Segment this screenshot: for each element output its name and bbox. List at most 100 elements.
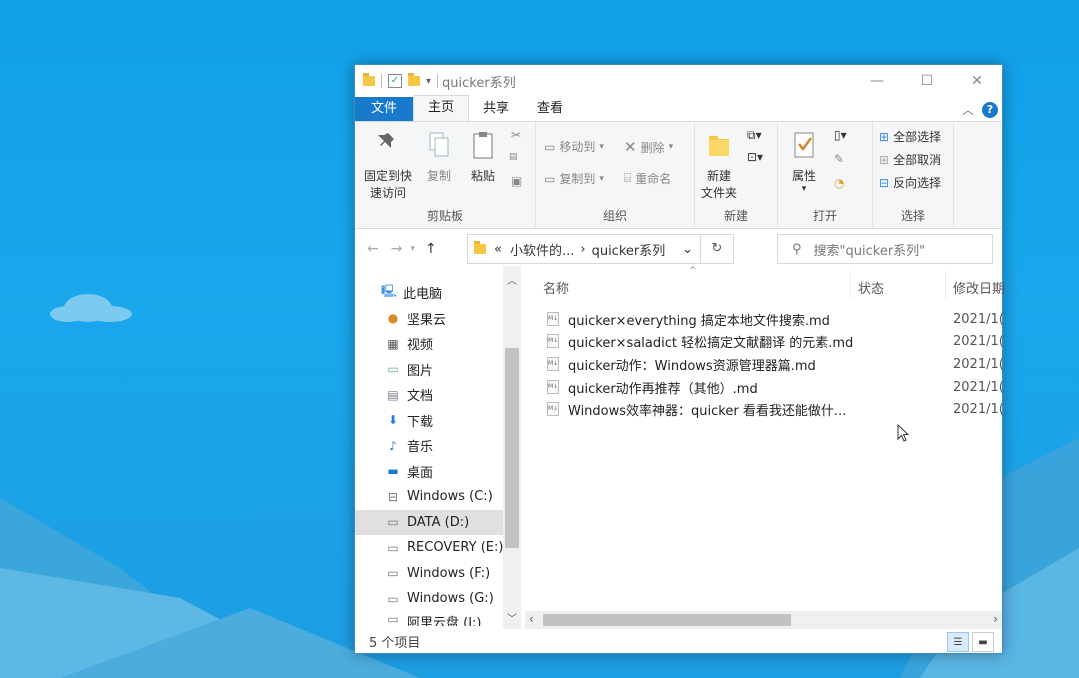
breadcrumb-parent[interactable]: 小软件的... bbox=[510, 240, 574, 259]
drive-icon: ▭ bbox=[387, 591, 399, 606]
copy-path-icon[interactable]: ▤ bbox=[509, 152, 518, 162]
properties-button[interactable]: 属性 ▾ bbox=[784, 130, 824, 194]
tab-share[interactable]: 共享 bbox=[469, 97, 523, 121]
breadcrumb-current[interactable]: quicker系列 bbox=[592, 240, 666, 259]
minimize-button[interactable]: — bbox=[852, 65, 902, 97]
paste-shortcut-icon[interactable]: ▣ bbox=[511, 174, 522, 188]
large-icons-view-icon[interactable]: ▬ bbox=[972, 632, 994, 652]
delete-button[interactable]: ✕ 删除 ▾ bbox=[624, 138, 673, 156]
copy-to-button[interactable]: ▭ 复制到 ▾ bbox=[544, 170, 604, 187]
forward-arrow-icon[interactable]: → bbox=[391, 241, 403, 257]
pin-quick-access-button[interactable]: 固定到快 速访问 bbox=[361, 130, 415, 201]
pin-icon bbox=[378, 133, 394, 148]
copy-to-icon: ▭ bbox=[544, 171, 556, 186]
cut-icon[interactable]: ✂ bbox=[511, 128, 521, 142]
rename-button[interactable]: ⌸ 重命名 bbox=[624, 170, 671, 187]
select-all-button[interactable]: ⊞ 全部选择 bbox=[879, 128, 941, 145]
new-item-icon[interactable]: ⧉▾ bbox=[747, 128, 762, 143]
nav-item-documents[interactable]: ▤ 文档 bbox=[355, 382, 521, 408]
tab-file[interactable]: 文件 bbox=[355, 97, 414, 121]
close-button[interactable]: ✕ bbox=[952, 65, 1002, 97]
nav-item-downloads[interactable]: ⬇ 下载 bbox=[355, 408, 521, 434]
address-bar[interactable]: « 小软件的... › quicker系列 ⌄ ↻ bbox=[467, 234, 734, 264]
customize-toolbar-icon[interactable]: ▾ bbox=[426, 76, 431, 87]
nav-item-desktop[interactable]: ▬ 桌面 bbox=[355, 459, 521, 485]
folder-icon bbox=[363, 73, 375, 86]
new-folder-button[interactable]: 新建 文件夹 bbox=[697, 130, 741, 201]
back-arrow-icon[interactable]: ← bbox=[367, 241, 379, 257]
mouse-cursor-icon bbox=[897, 424, 910, 442]
nav-item-pictures[interactable]: ▭ 图片 bbox=[355, 357, 521, 383]
desktop-icon: ▬ bbox=[387, 464, 399, 479]
clipboard-group: 固定到快 速访问 复制 粘贴 ✂ ▤ ▣ 剪贴板 bbox=[355, 122, 536, 228]
column-status[interactable]: 状态 bbox=[858, 278, 884, 297]
video-icon: ▦ bbox=[387, 336, 399, 351]
markdown-file-icon: M↓ bbox=[547, 334, 559, 348]
column-modified[interactable]: 修改日期 bbox=[953, 278, 1005, 297]
nav-item-drive-g[interactable]: ▭ Windows (G:) bbox=[355, 586, 521, 612]
nav-item-jianguoyun[interactable]: ● 坚果云 bbox=[355, 306, 521, 332]
details-view-icon[interactable]: ☰ bbox=[947, 632, 969, 652]
nav-item-drive-c[interactable]: ⊟ Windows (C:) bbox=[355, 484, 521, 510]
edit-icon[interactable]: ✎ bbox=[834, 152, 844, 166]
help-icon[interactable]: ? bbox=[982, 101, 998, 118]
cloud-decoration bbox=[50, 294, 132, 322]
file-row[interactable]: M↓ Windows效率神器：quicker 看看我还能做什... 2021/1( bbox=[547, 398, 1007, 420]
music-icon: ♪ bbox=[389, 438, 397, 453]
file-row[interactable]: M↓ quicker×saladict 轻松搞定文献翻译 的元素.md 2021/1… bbox=[547, 330, 1007, 352]
address-dropdown-icon[interactable]: ⌄ bbox=[682, 242, 693, 257]
new-folder-quick-icon[interactable] bbox=[408, 73, 420, 86]
invert-selection-button[interactable]: ⊟ 反向选择 bbox=[879, 174, 941, 191]
nav-scroll-thumb[interactable] bbox=[505, 348, 519, 548]
nav-scrollbar[interactable]: ︿ ﹀ bbox=[503, 266, 521, 629]
file-row[interactable]: M↓ quicker×everything 搞定本地文件搜索.md 2021/1( bbox=[547, 308, 1007, 330]
nav-item-drive-e[interactable]: ▭ RECOVERY (E:) bbox=[355, 535, 521, 561]
scroll-left-icon[interactable]: ‹ bbox=[529, 612, 534, 626]
recent-locations-icon[interactable]: ▾ bbox=[410, 244, 415, 254]
column-name[interactable]: 名称 bbox=[543, 278, 569, 297]
scroll-right-icon[interactable]: › bbox=[993, 612, 998, 626]
select-none-button[interactable]: ⊞ 全部取消 bbox=[879, 151, 941, 168]
markdown-file-icon: M↓ bbox=[547, 380, 559, 394]
nav-item-music[interactable]: ♪ 音乐 bbox=[355, 433, 521, 459]
search-box[interactable]: ⚲ 搜索"quicker系列" bbox=[777, 234, 993, 264]
explorer-window: ✓ ▾ quicker系列 — ☐ ✕ 文件 主页 共享 查看 ︿ ? 固定到快… bbox=[354, 64, 1005, 654]
nut-icon: ● bbox=[387, 311, 399, 326]
nav-item-drive-j[interactable]: ▭ 阿里云盘 (J:) bbox=[355, 612, 521, 626]
select-none-icon: ⊞ bbox=[879, 152, 890, 167]
sort-indicator-icon: ^ bbox=[689, 266, 697, 276]
maximize-button[interactable]: ☐ bbox=[902, 65, 952, 97]
paste-button[interactable]: 粘贴 bbox=[463, 130, 503, 184]
easy-access-icon[interactable]: ⊡▾ bbox=[747, 150, 763, 164]
history-icon[interactable]: ◔ bbox=[834, 176, 844, 190]
delete-icon: ✕ bbox=[624, 138, 637, 156]
nav-item-this-pc[interactable]: 🖳 此电脑 bbox=[355, 280, 521, 306]
tab-view[interactable]: 查看 bbox=[523, 97, 577, 121]
refresh-icon[interactable]: ↻ bbox=[700, 235, 733, 263]
properties-quick-icon[interactable]: ✓ bbox=[388, 74, 402, 88]
nav-item-drive-d[interactable]: ▭ DATA (D:) bbox=[355, 509, 521, 535]
open-dropdown-icon[interactable]: ▯▾ bbox=[834, 128, 847, 142]
select-group: ⊞ 全部选择 ⊞ 全部取消 ⊟ 反向选择 选择 bbox=[873, 122, 954, 228]
organize-group: ▭ 移动到 ▾ ▭ 复制到 ▾ ✕ 删除 ▾ ⌸ 重命名 组织 bbox=[536, 122, 695, 228]
tab-home[interactable]: 主页 bbox=[413, 95, 470, 121]
navigation-pane: 🖳 此电脑 ● 坚果云 ▦ 视频 ▭ 图片 ▤ 文档 ⬇ 下载 ♪ 音乐 ▬ 桌面 ⊟ Windo… bbox=[355, 266, 521, 629]
scroll-up-icon[interactable]: ︿ bbox=[507, 272, 517, 287]
horizontal-scroll-thumb[interactable] bbox=[543, 614, 791, 626]
main-area: 🖳 此电脑 ● 坚果云 ▦ 视频 ▭ 图片 ▤ 文档 ⬇ 下载 ♪ 音乐 ▬ 桌面 ⊟ Windo… bbox=[355, 266, 1005, 629]
quick-access-toolbar: ✓ ▾ bbox=[363, 73, 439, 88]
file-row[interactable]: M↓ quicker动作再推荐（其他）.md 2021/1( bbox=[547, 376, 1007, 398]
drive-icon: ⊟ bbox=[387, 489, 399, 504]
download-icon: ⬇ bbox=[387, 413, 399, 428]
copy-button[interactable]: 复制 bbox=[419, 130, 459, 184]
drive-icon: ▭ bbox=[387, 611, 399, 626]
nav-item-videos[interactable]: ▦ 视频 bbox=[355, 331, 521, 357]
horizontal-scrollbar[interactable]: ‹ › bbox=[525, 611, 1002, 629]
scroll-down-icon[interactable]: ﹀ bbox=[507, 610, 517, 625]
up-arrow-icon[interactable]: ↑ bbox=[425, 241, 437, 257]
file-row[interactable]: M↓ quicker动作：Windows资源管理器篇.md 2021/1( bbox=[547, 353, 1007, 375]
collapse-ribbon-icon[interactable]: ︿ bbox=[962, 101, 974, 118]
move-to-button[interactable]: ▭ 移动到 ▾ bbox=[544, 138, 604, 155]
invert-selection-icon: ⊟ bbox=[879, 175, 890, 190]
nav-item-drive-f[interactable]: ▭ Windows (F:) bbox=[355, 561, 521, 587]
